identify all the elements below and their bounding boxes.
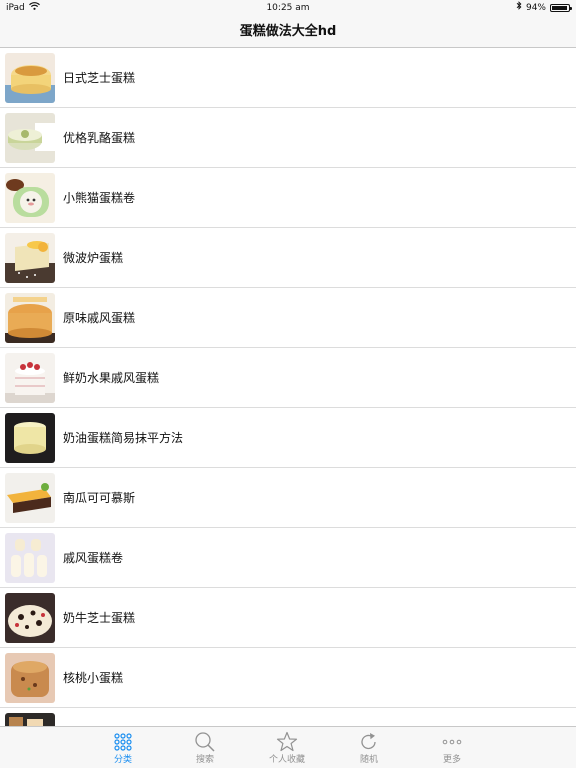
tab-search[interactable]: 搜索 xyxy=(175,727,235,769)
more-icon xyxy=(441,731,463,753)
item-label: 微波炉蛋糕 xyxy=(63,251,124,265)
tab-bar: 分类 搜索 个人收藏 随机 更多 xyxy=(0,726,576,768)
battery-level xyxy=(552,6,567,10)
refresh-icon xyxy=(358,731,380,753)
tab-label: 更多 xyxy=(442,755,461,765)
search-icon xyxy=(194,731,216,753)
grid-icon xyxy=(112,731,134,753)
item-label: 优格乳酪蛋糕 xyxy=(63,131,136,145)
tab-label: 个人收藏 xyxy=(268,755,305,765)
thumbnail xyxy=(5,713,55,726)
thumbnail xyxy=(5,233,55,283)
battery-percent: 94% xyxy=(525,3,546,13)
battery-icon xyxy=(550,4,572,12)
tab-label: 随机 xyxy=(359,755,378,765)
tab-favorites[interactable]: 个人收藏 xyxy=(257,727,317,769)
status-time: 10:25 am xyxy=(266,3,310,13)
thumbnail xyxy=(5,173,55,223)
list-item[interactable]: 小熊猫蛋糕卷 xyxy=(0,168,576,228)
thumbnail xyxy=(5,473,55,523)
item-label: 奶油蛋糕简易抹平方法 xyxy=(63,431,184,445)
list-item[interactable]: 奶油蛋糕简易抹平方法 xyxy=(0,408,576,468)
list-item[interactable]: 优格乳酪蛋糕 xyxy=(0,108,576,168)
tab-category[interactable]: 分类 xyxy=(93,727,153,769)
list-item[interactable]: 核桃小蛋糕 xyxy=(0,648,576,708)
nav-bar: 蛋糕做法大全hd xyxy=(0,16,576,48)
list-item[interactable]: 微波炉蛋糕 xyxy=(0,228,576,288)
list-item[interactable]: 原味戚风蛋糕 xyxy=(0,288,576,348)
thumbnail xyxy=(5,53,55,103)
status-bar: iPad 10:25 am 94% xyxy=(0,0,576,16)
thumbnail xyxy=(5,533,55,583)
star-icon xyxy=(276,731,298,753)
page-title: 蛋糕做法大全hd xyxy=(239,24,337,39)
item-label: 日式芝士蛋糕 xyxy=(63,71,136,85)
list-item[interactable]: 日式芝士蛋糕 xyxy=(0,48,576,108)
item-label: 原味戚风蛋糕 xyxy=(63,311,136,325)
bluetooth-icon xyxy=(516,0,522,16)
list-item[interactable]: 南瓜可可慕斯 xyxy=(0,468,576,528)
item-label: 鲜奶水果戚风蛋糕 xyxy=(63,371,160,385)
tab-label: 分类 xyxy=(113,755,132,765)
item-label: 核桃小蛋糕 xyxy=(63,671,124,685)
list-item[interactable]: 戚风蛋糕卷 xyxy=(0,528,576,588)
tab-more[interactable]: 更多 xyxy=(422,727,482,769)
item-label: 戚风蛋糕卷 xyxy=(63,551,124,565)
item-label: 小熊猫蛋糕卷 xyxy=(63,191,136,205)
recipe-list[interactable]: 日式芝士蛋糕 优格乳酪蛋糕 小熊猫蛋糕卷 微波炉蛋糕 原味戚风蛋糕 鲜奶水果戚风… xyxy=(0,48,576,726)
thumbnail xyxy=(5,293,55,343)
thumbnail xyxy=(5,113,55,163)
item-label: 南瓜可可慕斯 xyxy=(63,491,136,505)
status-right: 94% xyxy=(516,0,572,16)
item-label: 奶牛芝士蛋糕 xyxy=(63,611,136,625)
thumbnail xyxy=(5,653,55,703)
thumbnail xyxy=(5,593,55,643)
list-item[interactable]: 鲜奶水果戚风蛋糕 xyxy=(0,348,576,408)
list-item[interactable] xyxy=(0,708,576,726)
list-item[interactable]: 奶牛芝士蛋糕 xyxy=(0,588,576,648)
tab-random[interactable]: 随机 xyxy=(339,727,399,769)
tab-label: 搜索 xyxy=(195,755,214,765)
thumbnail xyxy=(5,353,55,403)
thumbnail xyxy=(5,413,55,463)
